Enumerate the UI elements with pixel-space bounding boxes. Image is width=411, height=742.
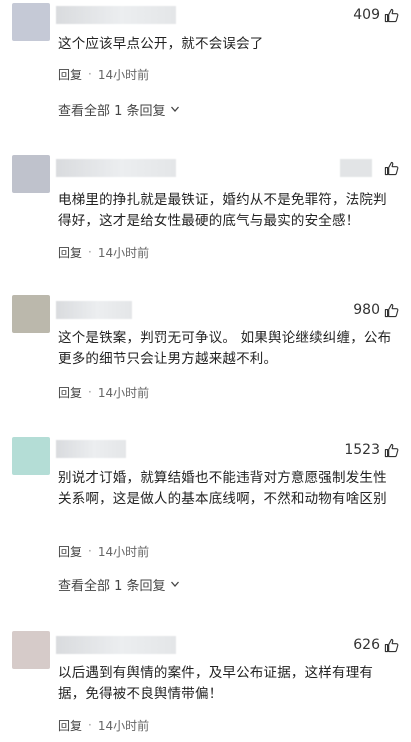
comment-text: 这个应该早点公开，就不会误会了	[58, 36, 264, 52]
view-all-replies-button[interactable]: 查看全部 1 条回复	[58, 100, 180, 119]
view-all-label: 查看全部 1 条回复	[58, 578, 166, 594]
thumbs-up-icon	[384, 161, 399, 175]
thumbs-up-icon	[384, 443, 399, 457]
separator-dot: ·	[88, 385, 92, 399]
chevron-down-icon	[170, 581, 179, 587]
reply-button[interactable]: 回复	[58, 384, 82, 401]
username-blurred[interactable]	[56, 301, 132, 319]
thumbs-up-icon	[384, 303, 399, 317]
username-blurred[interactable]	[56, 6, 176, 24]
comment-item: 1523 别说才订婚，就算结婚也不能违背对方意愿强制发生性关系啊，这是做人的基本…	[0, 433, 411, 603]
separator-dot: ·	[88, 67, 92, 81]
comment-meta: 回复 · 14小时前	[58, 384, 149, 400]
separator-dot: ·	[88, 544, 92, 558]
like-button[interactable]: 409	[353, 6, 399, 24]
timestamp: 14小时前	[97, 385, 150, 400]
view-all-replies-button[interactable]: 查看全部 1 条回复	[58, 575, 180, 594]
timestamp: 14小时前	[97, 245, 150, 260]
like-count-blurred	[340, 159, 372, 177]
like-count: 409	[353, 7, 380, 23]
username-blurred[interactable]	[56, 636, 176, 654]
reply-button[interactable]: 回复	[58, 244, 82, 261]
like-button[interactable]: 1523	[344, 441, 399, 459]
separator-dot: ·	[88, 718, 92, 732]
like-count: 1523	[344, 442, 380, 458]
avatar[interactable]	[12, 155, 50, 193]
comment-text: 别说才订婚，就算结婚也不能违背对方意愿强制发生性关系啊，这是做人的基本底线啊，不…	[58, 470, 387, 507]
timestamp: 14小时前	[97, 544, 150, 559]
timestamp: 14小时前	[97, 718, 150, 733]
comment-item: 409 这个应该早点公开，就不会误会了 回复 · 14小时前 查看全部 1 条回…	[0, 0, 411, 130]
comment-meta: 回复 · 14小时前	[58, 244, 149, 260]
separator-dot: ·	[88, 245, 92, 259]
thumbs-up-icon	[384, 638, 399, 652]
avatar[interactable]	[12, 437, 50, 475]
like-button[interactable]: 980	[353, 301, 399, 319]
username-blurred[interactable]	[56, 159, 176, 177]
like-button[interactable]: 626	[353, 636, 399, 654]
thumbs-up-icon	[384, 8, 399, 22]
avatar[interactable]	[12, 3, 50, 41]
comment-item: 626 以后遇到有舆情的案件，及早公布证据，这样有理有据，免得被不良舆情带偏！ …	[0, 627, 411, 742]
comment-meta: 回复 · 14小时前	[58, 543, 149, 559]
view-all-label: 查看全部 1 条回复	[58, 103, 166, 119]
timestamp: 14小时前	[97, 67, 150, 82]
reply-button[interactable]: 回复	[58, 66, 82, 83]
comment-item: 980 这个是铁案，判罚无可争议。 如果舆论继续纠缠，公布更多的细节只会让男方越…	[0, 292, 411, 412]
reply-button[interactable]: 回复	[58, 543, 82, 560]
comment-meta: 回复 · 14小时前	[58, 66, 149, 82]
like-count: 626	[353, 637, 380, 653]
username-blurred[interactable]	[56, 440, 126, 458]
comment-text: 这个是铁案，判罚无可争议。 如果舆论继续纠缠，公布更多的细节只会让男方越来越不利…	[58, 330, 392, 367]
comment-item: 电梯里的挣扎就是最铁证，婚约从不是免罪符，法院判得好，这才是给女性最硬的底气与最…	[0, 150, 411, 265]
reply-button[interactable]: 回复	[58, 717, 82, 734]
comment-meta: 回复 · 14小时前	[58, 717, 149, 733]
like-button[interactable]	[340, 159, 399, 177]
avatar[interactable]	[12, 295, 50, 333]
comment-text: 以后遇到有舆情的案件，及早公布证据，这样有理有据，免得被不良舆情带偏！	[58, 665, 374, 702]
chevron-down-icon	[170, 106, 179, 112]
avatar[interactable]	[12, 631, 50, 669]
comment-text: 电梯里的挣扎就是最铁证，婚约从不是免罪符，法院判得好，这才是给女性最硬的底气与最…	[58, 192, 387, 229]
like-count: 980	[353, 302, 380, 318]
